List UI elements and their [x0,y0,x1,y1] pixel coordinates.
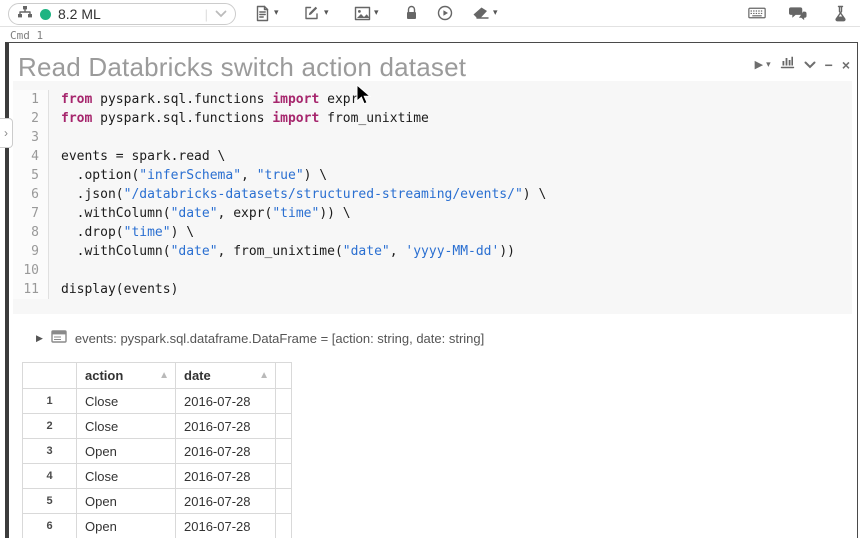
dataframe-summary-text: events: pyspark.sql.dataframe.DataFrame … [74,330,485,346]
row-number-header [22,362,77,389]
code-line[interactable]: 5 .option("inferSchema", "true") \ [13,166,852,185]
document-menu-caret-icon[interactable]: ▾ [274,7,279,18]
table-row: 4 Close 2016-07-28 [22,463,292,489]
extra-cell [275,413,292,439]
line-number: 10 [13,261,49,280]
notebook-cell[interactable]: Read Databricks switch action dataset ▶ … [5,42,858,538]
eraser-icon[interactable] [472,4,490,22]
edit-icon[interactable] [303,4,321,22]
row-number-cell: 4 [22,463,77,489]
notebook-page: 8.2 ML | ▾ ▾ ▾ ▾ Cmd 1 › Read Databricks… [0,0,860,538]
cluster-status-icon [40,8,51,20]
code-line[interactable]: 2 from pyspark.sql.functions import from_… [13,109,852,128]
run-cell-icon[interactable]: ▶ [755,58,763,71]
cluster-selector[interactable]: 8.2 ML | [8,3,236,25]
code-line[interactable]: 11 display(events) [13,280,852,299]
eraser-menu-caret-icon[interactable]: ▾ [493,7,498,18]
sort-icon[interactable]: ▲ [259,370,269,381]
line-number: 6 [13,185,49,204]
extra-cell [275,388,292,414]
date-cell: 2016-07-28 [175,413,276,439]
action-cell: Close [76,413,176,439]
output-expander-icon[interactable]: ▶ [36,333,43,344]
line-number: 1 [13,90,49,109]
cell-controls: ▶ ▾ − × [755,55,850,74]
cell-title[interactable]: Read Databricks switch action dataset [18,52,466,83]
column-header-date[interactable]: date ▲ [175,362,276,389]
extra-cell [275,488,292,514]
play-circle-icon[interactable] [436,4,454,22]
action-cell: Close [76,463,176,489]
extra-cell [275,513,292,538]
code-line[interactable]: 6 .json("/databricks-datasets/structured… [13,185,852,204]
chevron-down-icon[interactable] [215,5,227,23]
date-cell: 2016-07-28 [175,513,276,538]
result-table-header-row: action ▲ date ▲ [22,362,292,389]
run-options-caret-icon[interactable]: ▾ [766,59,771,70]
close-cell-icon[interactable]: × [842,58,850,72]
code-line[interactable]: 7 .withColumn("date", expr("time")) \ [13,204,852,223]
chevron-right-icon: › [4,126,8,140]
output-summary-row: ▶ events: pyspark.sql.dataframe.DataFram… [36,330,484,346]
document-icon[interactable] [253,4,271,22]
row-number-cell: 1 [22,388,77,414]
experiment-flask-icon[interactable] [831,4,849,22]
keyboard-icon[interactable] [748,4,766,22]
image-menu-caret-icon[interactable]: ▾ [374,7,379,18]
comments-icon[interactable] [789,4,807,22]
line-number: 8 [13,223,49,242]
action-cell: Open [76,488,176,514]
cmd-number-label: Cmd 1 [10,29,44,42]
line-number: 2 [13,109,49,128]
dashboard-chart-icon[interactable] [780,55,795,74]
extra-cell [275,438,292,464]
lock-icon[interactable] [402,4,420,22]
code-lines: 1 from pyspark.sql.functions import expr 2… [13,90,852,299]
date-cell: 2016-07-28 [175,388,276,414]
minimize-cell-icon[interactable]: − [825,58,833,72]
code-line[interactable]: 1 from pyspark.sql.functions import expr [13,90,852,109]
code-line[interactable]: 9 .withColumn("date", from_unixtime("dat… [13,242,852,261]
code-line[interactable]: 10 [13,261,852,280]
cluster-divider: | [204,6,208,22]
row-number-cell: 6 [22,513,77,538]
code-line[interactable]: 8 .drop("time") \ [13,223,852,242]
sitemap-icon [17,5,33,24]
sidebar-expand-tab[interactable]: › [0,118,13,148]
row-number-cell: 3 [22,438,77,464]
line-number: 5 [13,166,49,185]
row-number-cell: 2 [22,413,77,439]
line-number: 11 [13,280,49,299]
table-row: 3 Open 2016-07-28 [22,438,292,464]
action-cell: Open [76,513,176,538]
edit-menu-caret-icon[interactable]: ▾ [324,7,329,18]
code-line[interactable]: 4 events = spark.read \ [13,147,852,166]
date-cell: 2016-07-28 [175,438,276,464]
table-row: 6 Open 2016-07-28 [22,513,292,538]
line-number: 9 [13,242,49,261]
action-cell: Open [76,438,176,464]
column-header-extra [275,362,292,389]
result-table: action ▲ date ▲ 1 Close 2016-07-28 2 Close 2016… [22,362,292,538]
dataframe-icon [51,330,67,346]
notebook-toolbar: 8.2 ML | ▾ ▾ ▾ ▾ [0,0,860,27]
cluster-name: 8.2 ML [58,6,101,22]
date-cell: 2016-07-28 [175,463,276,489]
column-header-action[interactable]: action ▲ [76,362,176,389]
date-cell: 2016-07-28 [175,488,276,514]
code-editor[interactable]: 1 from pyspark.sql.functions import expr 2… [13,81,852,314]
table-row: 5 Open 2016-07-28 [22,488,292,514]
extra-cell [275,463,292,489]
collapse-chevron-icon[interactable] [804,56,816,74]
line-number: 3 [13,128,49,147]
table-row: 2 Close 2016-07-28 [22,413,292,439]
table-row: 1 Close 2016-07-28 [22,388,292,414]
action-cell: Close [76,388,176,414]
row-number-cell: 5 [22,488,77,514]
code-line[interactable]: 3 [13,128,852,147]
image-icon[interactable] [353,4,371,22]
line-number: 7 [13,204,49,223]
line-number: 4 [13,147,49,166]
sort-icon[interactable]: ▲ [159,370,169,381]
